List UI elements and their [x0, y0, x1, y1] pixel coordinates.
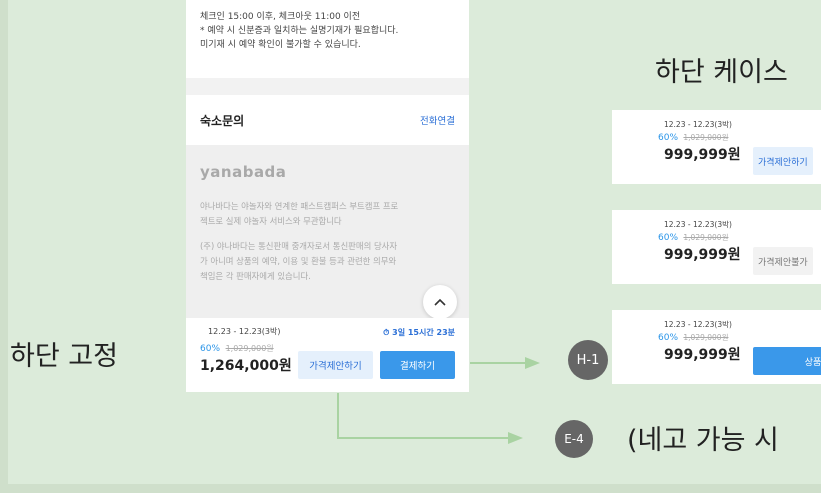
arrow-head — [508, 432, 523, 444]
label-nego-case: (네고 가능 시 — [627, 425, 779, 456]
marker-e4: E-4 — [555, 420, 593, 458]
marker-h1: H-1 — [568, 340, 608, 380]
arrow-head — [525, 357, 540, 369]
arrow-to-e4 — [337, 393, 508, 439]
